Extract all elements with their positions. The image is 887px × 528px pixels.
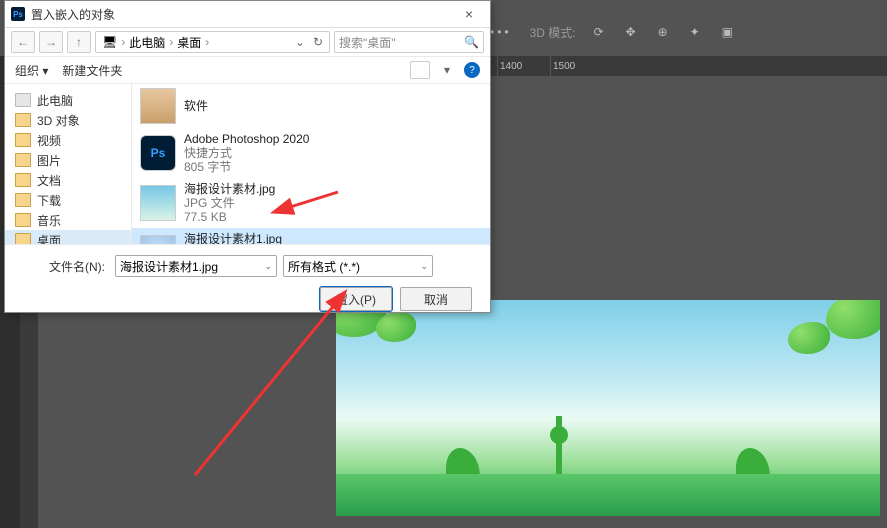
folder-icon <box>15 133 31 147</box>
sidebar-item-docs[interactable]: 文档 <box>5 170 131 190</box>
ps-options-bar: ••• 3D 模式: ⟳ ✥ ⊕ ✦ ▣ <box>490 22 887 42</box>
leaf-decoration-icon <box>788 322 830 354</box>
chevron-down-icon[interactable]: ⌄ <box>420 261 428 272</box>
sidebar-item-pictures[interactable]: 图片 <box>5 150 131 170</box>
crumb-desktop[interactable]: 桌面 <box>177 34 201 51</box>
overflow-icon[interactable]: ••• <box>490 25 512 39</box>
crumb-pc[interactable]: 此电脑 <box>129 34 165 51</box>
folder-icon <box>15 193 31 207</box>
place-embedded-dialog: Ps 置入嵌入的对象 × ← → ↑ 🖥 › 此电脑 › 桌面 › ⌄ ↻ 搜索… <box>4 0 491 313</box>
sidebar: 此电脑 3D 对象 视频 图片 文档 下载 音乐 桌面 Win10 (C:) <box>5 84 132 244</box>
file-type: 快捷方式 <box>184 146 309 160</box>
sidebar-item-label: 下载 <box>37 192 61 209</box>
file-name: 软件 <box>184 99 208 113</box>
folder-icon <box>15 233 31 244</box>
cancel-button[interactable]: 取消 <box>400 287 472 311</box>
file-filter-select[interactable]: 所有格式 (*.*) ⌄ <box>283 255 433 277</box>
sidebar-item-label: 3D 对象 <box>37 112 80 129</box>
dialog-footer: 文件名(N): 海报设计素材1.jpg ⌄ 所有格式 (*.*) ⌄ 置入(P)… <box>5 244 490 319</box>
list-item-selected[interactable]: 海报设计素材1.jpg JPG 文件 81.0 KB <box>132 228 490 244</box>
help-button[interactable]: ? <box>464 62 480 78</box>
leaf-decoration-icon <box>826 300 880 339</box>
filename-value: 海报设计素材1.jpg <box>120 258 218 275</box>
folder-icon <box>15 213 31 227</box>
back-button[interactable]: ← <box>11 31 35 53</box>
view-mode-button[interactable] <box>410 61 430 79</box>
document-canvas[interactable] <box>336 300 880 516</box>
sidebar-item-3d[interactable]: 3D 对象 <box>5 110 131 130</box>
list-item[interactable]: Ps Adobe Photoshop 2020 快捷方式 805 字节 <box>132 128 490 178</box>
dialog-titlebar[interactable]: Ps 置入嵌入的对象 × <box>5 1 490 28</box>
folder-thumb-icon <box>140 88 176 124</box>
search-icon: 🔍 <box>464 35 479 49</box>
chevron-down-icon[interactable]: ⌄ <box>295 35 305 49</box>
dialog-title: 置入嵌入的对象 <box>31 6 454 23</box>
sidebar-item-label: 音乐 <box>37 212 61 229</box>
up-button[interactable]: ↑ <box>67 31 91 53</box>
sidebar-item-label: 图片 <box>37 152 61 169</box>
sidebar-item-label: 此电脑 <box>37 92 73 109</box>
dolly-icon[interactable]: ⊕ <box>658 25 672 39</box>
dialog-nav-bar: ← → ↑ 🖥 › 此电脑 › 桌面 › ⌄ ↻ 搜索"桌面" 🔍 <box>5 28 490 57</box>
ps-app-icon: Ps <box>11 7 25 21</box>
folder-icon <box>15 153 31 167</box>
filter-value: 所有格式 (*.*) <box>288 258 360 275</box>
file-list[interactable]: 软件 Ps Adobe Photoshop 2020 快捷方式 805 字节 海… <box>132 84 490 244</box>
list-item[interactable]: 软件 <box>132 84 490 128</box>
sidebar-item-music[interactable]: 音乐 <box>5 210 131 230</box>
new-folder-button[interactable]: 新建文件夹 <box>62 62 122 79</box>
orbit-icon[interactable]: ⟳ <box>594 25 608 39</box>
breadcrumb[interactable]: 🖥 › 此电脑 › 桌面 › ⌄ ↻ <box>95 31 330 53</box>
forward-button[interactable]: → <box>39 31 63 53</box>
ps-shortcut-icon: Ps <box>140 135 176 171</box>
search-placeholder: 搜索"桌面" <box>339 34 396 51</box>
place-button[interactable]: 置入(P) <box>320 287 392 311</box>
pc-icon <box>15 93 31 107</box>
sidebar-item-downloads[interactable]: 下载 <box>5 190 131 210</box>
image-thumb-icon <box>140 185 176 221</box>
image-thumb-icon <box>140 235 176 244</box>
folder-icon <box>15 113 31 127</box>
pc-icon: 🖥 <box>102 35 117 49</box>
file-type: JPG 文件 <box>184 196 275 210</box>
sidebar-item-label: 视频 <box>37 132 61 149</box>
list-item[interactable]: 海报设计素材.jpg JPG 文件 77.5 KB <box>132 178 490 228</box>
pan-icon[interactable]: ✥ <box>626 25 640 39</box>
refresh-button[interactable]: ↻ <box>313 35 323 49</box>
chevron-down-icon[interactable]: ⌄ <box>264 261 272 272</box>
filename-input[interactable]: 海报设计素材1.jpg ⌄ <box>115 255 277 277</box>
filename-label: 文件名(N): <box>15 258 109 275</box>
view-dropdown-icon[interactable]: ▾ <box>444 63 450 77</box>
file-name: 海报设计素材1.jpg <box>184 232 282 244</box>
sidebar-item-label: 桌面 <box>37 232 61 245</box>
sidebar-item-pc[interactable]: 此电脑 <box>5 90 131 110</box>
file-size: 805 字节 <box>184 160 309 174</box>
dialog-toolbar: 组织 ▾ 新建文件夹 ▾ ? <box>5 57 490 84</box>
folder-icon <box>15 173 31 187</box>
search-input[interactable]: 搜索"桌面" 🔍 <box>334 31 484 53</box>
camera-icon[interactable]: ▣ <box>722 25 736 39</box>
close-button[interactable]: × <box>454 6 484 22</box>
mode-label: 3D 模式: <box>530 24 576 41</box>
file-size: 77.5 KB <box>184 210 275 224</box>
light-icon[interactable]: ✦ <box>690 25 704 39</box>
sidebar-item-video[interactable]: 视频 <box>5 130 131 150</box>
organize-menu[interactable]: 组织 ▾ <box>15 62 48 79</box>
file-name: 海报设计素材.jpg <box>184 182 275 196</box>
city-silhouette-icon <box>336 446 880 516</box>
file-name: Adobe Photoshop 2020 <box>184 132 309 146</box>
sidebar-item-label: 文档 <box>37 172 61 189</box>
sidebar-item-desktop[interactable]: 桌面 <box>5 230 131 244</box>
